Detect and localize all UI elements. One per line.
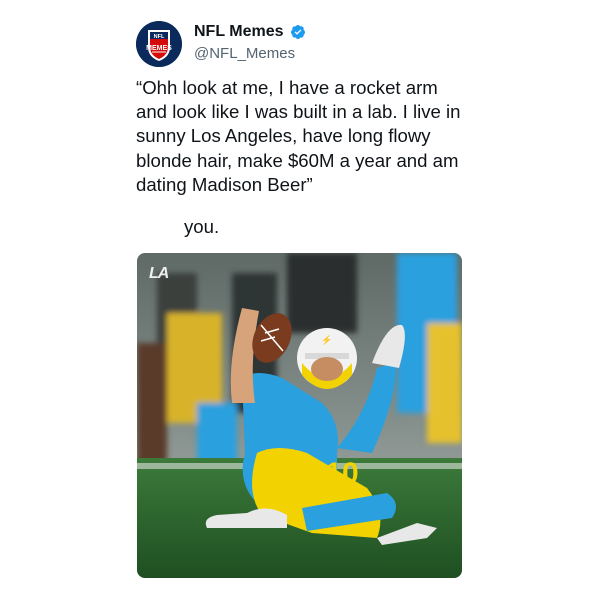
tweet-photo[interactable]: ⚡ 10 LA xyxy=(137,253,462,578)
jersey-number: 10 xyxy=(325,457,358,490)
tweet-header: NFL MEMES NFL Memes @NFL_Memes xyxy=(136,21,466,69)
tweet-text: “Ohh look at me, I have a rocket arm and… xyxy=(136,76,466,197)
tweet-body: “Ohh look at me, I have a rocket arm and… xyxy=(136,77,461,195)
la-logo: LA xyxy=(149,265,169,282)
avatar-top-text: NFL xyxy=(154,34,165,40)
verified-badge-icon xyxy=(290,25,305,39)
author-handle[interactable]: @NFL_Memes xyxy=(194,43,306,65)
author-display-name[interactable]: NFL Memes xyxy=(194,22,284,42)
avatar-main-text: MEMES xyxy=(146,45,172,52)
tweet-reply-text: you. xyxy=(184,216,220,237)
author-names: NFL Memes @NFL_Memes xyxy=(194,22,306,65)
nfl-memes-shield-icon: NFL MEMES xyxy=(136,21,182,67)
avatar[interactable]: NFL MEMES xyxy=(136,21,182,67)
svg-text:⚡: ⚡ xyxy=(321,334,332,346)
football-player-photo: ⚡ 10 xyxy=(137,253,462,578)
author-display-name-row: NFL Memes xyxy=(194,22,306,42)
